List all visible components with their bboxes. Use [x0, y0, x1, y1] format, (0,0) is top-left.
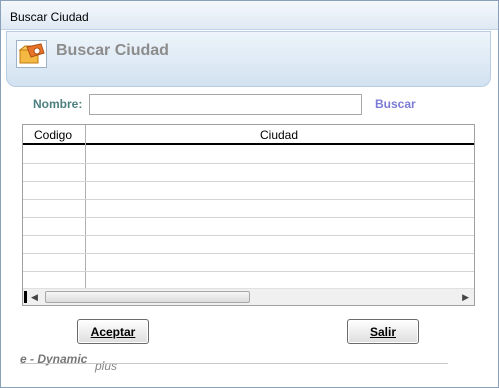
horizontal-scrollbar[interactable]: ◀ ▶	[23, 288, 474, 305]
search-city-window: Buscar Ciudad Buscar Ciudad Nombre: Busc…	[0, 0, 499, 388]
table-row[interactable]	[23, 200, 474, 218]
scroll-left-icon[interactable]: ◀	[31, 292, 38, 303]
window-title: Buscar Ciudad	[10, 10, 89, 24]
name-label: Nombre:	[33, 97, 83, 111]
column-header-codigo[interactable]: Codigo	[34, 128, 72, 142]
table-row[interactable]	[23, 146, 474, 164]
scroll-right-icon[interactable]: ▶	[462, 292, 469, 303]
title-bar[interactable]: Buscar Ciudad	[1, 1, 498, 30]
grid-header: Codigo Ciudad	[23, 125, 474, 145]
table-row[interactable]	[23, 236, 474, 254]
header-banner: Buscar Ciudad	[6, 31, 491, 87]
table-row[interactable]	[23, 254, 474, 272]
search-button[interactable]: Buscar	[375, 97, 416, 111]
grid-rows	[23, 146, 474, 290]
table-row[interactable]	[23, 164, 474, 182]
table-row[interactable]	[23, 182, 474, 200]
results-grid[interactable]: Codigo Ciudad ◀ ▶	[22, 124, 475, 306]
brand-logo-suffix: plus	[95, 359, 118, 373]
column-header-ciudad[interactable]: Ciudad	[260, 128, 298, 142]
name-search-input[interactable]	[89, 94, 362, 115]
scrollbar-thumb[interactable]	[45, 291, 250, 303]
exit-button[interactable]: Salir	[347, 319, 419, 344]
folder-search-icon	[16, 40, 47, 68]
accept-button[interactable]: Aceptar	[77, 319, 149, 344]
table-row[interactable]	[23, 218, 474, 236]
scroll-position-marker	[24, 291, 27, 303]
page-title: Buscar Ciudad	[56, 42, 169, 59]
footer-divider	[20, 363, 448, 364]
